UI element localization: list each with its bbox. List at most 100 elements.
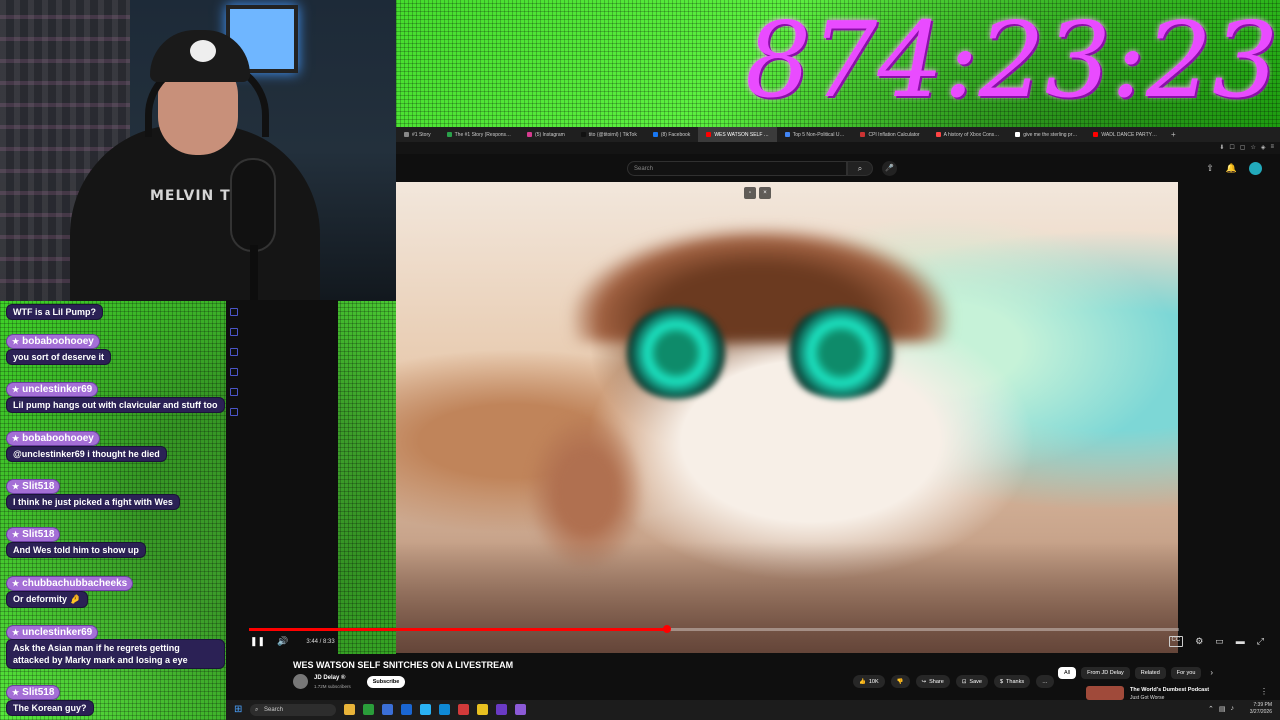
avatar[interactable] [1249, 162, 1262, 175]
browser-tab[interactable]: #1 Story [396, 127, 439, 142]
save-button[interactable]: ⊡ Save [955, 675, 988, 688]
star-icon[interactable]: ☆ [1250, 144, 1255, 151]
tab-label: #1 Story [412, 131, 431, 138]
tab-label: WES WATSON SELF … [714, 131, 769, 138]
taskbar-app-icon[interactable] [420, 704, 431, 715]
subscriber-star-icon: ★ [12, 688, 20, 697]
more-actions-button[interactable]: … [1036, 675, 1054, 688]
taskbar-app-icon[interactable] [363, 704, 374, 715]
search-icon[interactable]: ⌕ [847, 161, 873, 176]
chevron-up-icon[interactable]: ⌃ [1208, 705, 1214, 713]
bookmark-icon[interactable]: ☐ [1229, 144, 1234, 151]
subscribe-button[interactable]: Subscribe [367, 676, 405, 688]
sidebar-history-icon[interactable] [230, 388, 238, 396]
menu-icon[interactable]: ≡ [1270, 144, 1274, 151]
pause-icon[interactable]: ❚❚ [250, 636, 265, 647]
browser-tab[interactable]: (8) Facebook [645, 127, 698, 142]
chat-username-text: Slit518 [22, 529, 55, 540]
taskbar-app-icon[interactable] [344, 704, 355, 715]
browser-tab[interactable]: tito (@titoirnl) | TikTok [573, 127, 645, 142]
browser-tab[interactable]: WES WATSON SELF … [698, 127, 777, 142]
volume-icon[interactable]: 🔊 [277, 636, 288, 647]
pip-icon[interactable]: ▫ [744, 187, 756, 199]
like-button[interactable]: 👍 10K [853, 675, 885, 688]
recommended-title[interactable]: The World's Dumbest Podcast [1130, 687, 1209, 693]
taskbar-search-input[interactable]: ⌕ Search [250, 704, 336, 716]
chip-all[interactable]: All [1058, 667, 1077, 679]
download-icon[interactable]: ⬇ [1219, 144, 1224, 151]
recommendation-chips: All From JD Delay Related For you › [1058, 667, 1217, 679]
tab-favicon-icon [446, 132, 452, 137]
sidebar-you-icon[interactable] [230, 368, 238, 376]
youtube-search-input[interactable]: Search [627, 161, 847, 176]
settings-gear-icon[interactable]: ⚙ [1195, 636, 1203, 647]
share-label: Share [929, 678, 944, 685]
taskbar-app-icon[interactable] [496, 704, 507, 715]
taskbar-app-icon[interactable] [477, 704, 488, 715]
browser-toolbar: ⬇ ☐ ▢ ☆ ◈ ≡ [396, 142, 1280, 154]
taskbar-app-icon[interactable] [515, 704, 526, 715]
youtube-header: Search ⌕ 🎤 ⇧ 🔔 [396, 154, 1280, 182]
recommended-thumbnail[interactable] [1086, 686, 1124, 700]
chat-message: I think he just picked a fight with Wes [6, 492, 180, 510]
tab-favicon-icon [860, 132, 866, 137]
browser-tab[interactable]: give me the sterling pr… [1007, 127, 1085, 142]
recommended-more-icon[interactable]: ⋮ [1260, 687, 1268, 696]
sidebar-subs-icon[interactable] [230, 348, 238, 356]
taskbar-app-icon[interactable] [458, 704, 469, 715]
channel-name[interactable]: JD Delay ® [314, 675, 345, 681]
create-icon[interactable]: ⇧ [1206, 163, 1214, 174]
tab-label: The #1 Story (Respons… [454, 131, 512, 138]
video-progress-bar[interactable] [249, 625, 1179, 633]
share-icon: ↪ [921, 678, 927, 685]
dislike-button[interactable]: 👎 [890, 675, 910, 688]
thanks-label: Thanks [1006, 678, 1025, 685]
notifications-icon[interactable]: 🔔 [1226, 163, 1237, 174]
captions-icon[interactable]: CC [1168, 636, 1184, 647]
chip-from-jd-delay[interactable]: From JD Delay [1081, 667, 1130, 679]
taskbar-app-icon[interactable] [401, 704, 412, 715]
miniplayer-icon[interactable]: ▭ [1215, 636, 1224, 647]
windows-start-icon[interactable]: ⊞ [234, 704, 245, 715]
voice-search-icon[interactable]: 🎤 [882, 161, 897, 176]
thanks-button[interactable]: $ Thanks [993, 675, 1031, 688]
chip-for-you[interactable]: For you [1170, 667, 1202, 679]
left-sidebar [226, 300, 338, 660]
microphone-arm [250, 245, 258, 301]
browser-tab[interactable]: The #1 Story (Respons… [439, 127, 519, 142]
fullscreen-icon[interactable]: ⤢ [1257, 636, 1264, 647]
channel-avatar[interactable] [293, 674, 308, 689]
network-icon[interactable]: ▤ [1219, 705, 1226, 713]
chevron-right-icon[interactable]: › [1206, 667, 1217, 679]
browser-tab[interactable]: Top 5 Non-Political U… [777, 127, 853, 142]
chat-message: WTF is a Lil Pump? [6, 302, 103, 320]
chat-username-text: unclestinker69 [22, 384, 93, 395]
chip-related[interactable]: Related [1134, 667, 1166, 679]
sidebar-settings-icon[interactable] [230, 408, 238, 416]
browser-tab[interactable]: (5) Instagram [519, 127, 573, 142]
video-player[interactable]: ▫ × [396, 182, 1178, 653]
taskbar-app-icon[interactable] [382, 704, 393, 715]
browser-tab[interactable]: A history of Xbox Cons… [928, 127, 1008, 142]
close-icon[interactable]: × [759, 187, 771, 199]
browser-tab[interactable]: CPI Inflation Calculator [852, 127, 927, 142]
share-button[interactable]: ↪ Share [915, 675, 950, 688]
shield-icon[interactable]: ◈ [1261, 144, 1266, 151]
theater-icon[interactable]: ▬ [1236, 636, 1245, 647]
sidebar-shorts-icon[interactable] [230, 328, 238, 336]
tab-label: tito (@titoirnl) | TikTok [588, 131, 637, 138]
video-glasses-right [781, 307, 901, 399]
speaker-icon[interactable]: ♪ [1231, 705, 1235, 713]
extensions-icon[interactable]: ▢ [1240, 144, 1246, 151]
video-shoulder-shade [396, 542, 1178, 653]
sidebar-home-icon[interactable] [230, 308, 238, 316]
browser-tab[interactable]: WADL DANCE PARTY… [1085, 127, 1165, 142]
sidebar-icons [230, 308, 238, 416]
save-label: Save [969, 678, 982, 685]
system-clock[interactable]: 7:39 PM 3/27/2026 [1250, 702, 1272, 716]
youtube-header-right: ⇧ 🔔 [1206, 162, 1262, 175]
progress-scrubber[interactable] [662, 625, 671, 633]
recommended-video[interactable]: The World's Dumbest Podcast Just Got Wor… [1086, 684, 1276, 701]
new-tab-icon[interactable]: + [1165, 130, 1182, 139]
taskbar-app-icon[interactable] [439, 704, 450, 715]
